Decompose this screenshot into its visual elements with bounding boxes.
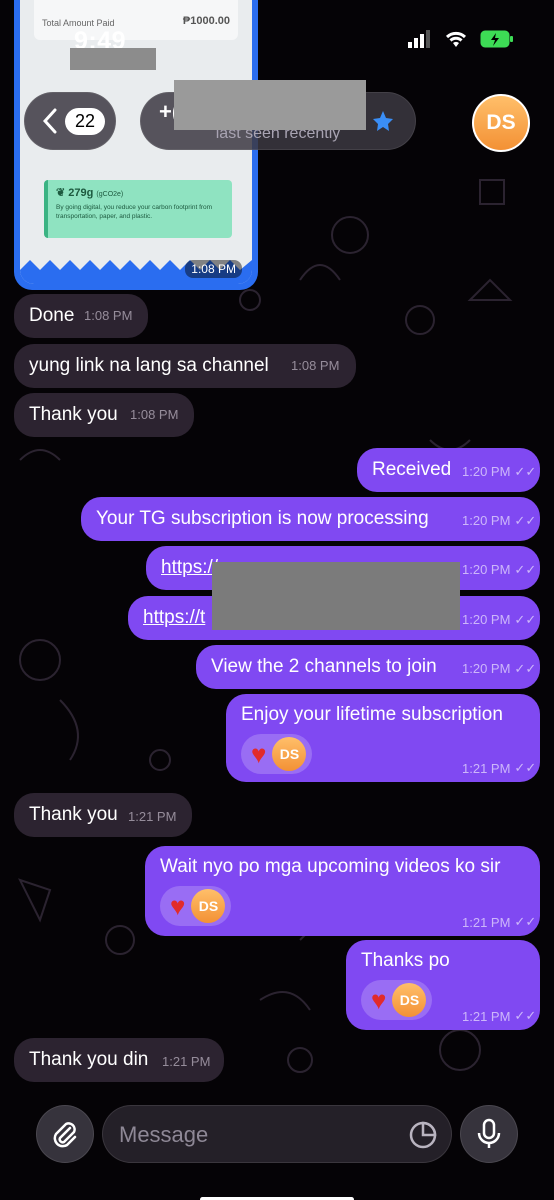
read-checkmarks-icon: ✓✓ <box>514 661 537 676</box>
read-checkmarks-icon: ✓✓ <box>514 760 537 775</box>
message-time: 1:20 PM ✓✓ <box>462 647 536 691</box>
message-incoming[interactable]: Thank you 1:21 PM <box>14 793 192 837</box>
carbon-footprint-card: ❦ 279g (gCO2e) By going digital, you red… <box>44 180 232 238</box>
reactor-avatar: DS <box>272 737 307 771</box>
message-text: Wait nyo po mga upcoming videos ko sir <box>160 856 501 877</box>
message-text: yung link na lang sa channel <box>29 355 269 376</box>
chevron-left-icon <box>43 108 57 134</box>
message-text: Thank you <box>29 804 118 825</box>
message-time: 1:20 PM ✓✓ <box>462 548 536 592</box>
message-outgoing[interactable]: Enjoy your lifetime subscription ♥ DS 1:… <box>226 694 540 782</box>
message-link[interactable]: https://t <box>143 607 205 628</box>
image-timestamp: 1:08 PM <box>185 260 242 278</box>
message-time: 1:20 PM ✓✓ <box>462 450 536 494</box>
unread-count-badge: 22 <box>65 107 106 135</box>
message-text: Done <box>29 305 75 326</box>
battery-charging-icon <box>480 30 513 48</box>
message-incoming[interactable]: yung link na lang sa channel 1:08 PM <box>14 344 356 388</box>
read-checkmarks-icon: ✓✓ <box>514 914 537 929</box>
voice-message-button[interactable] <box>460 1105 518 1163</box>
message-incoming[interactable]: Thank you 1:08 PM <box>14 393 194 437</box>
attach-button[interactable] <box>36 1105 94 1163</box>
message-outgoing[interactable]: View the 2 channels to join 1:20 PM ✓✓ <box>196 645 540 689</box>
reactor-avatar: DS <box>191 889 226 923</box>
message-text: View the 2 channels to join <box>211 656 437 677</box>
message-time: 1:21 PM ✓✓ <box>462 760 537 776</box>
microphone-icon <box>477 1118 501 1148</box>
message-time: 1:08 PM <box>84 308 133 323</box>
reaction-row[interactable]: ♥ DS <box>160 886 232 926</box>
read-checkmarks-icon: ✓✓ <box>514 464 537 479</box>
message-outgoing[interactable]: Thanks po ♥ DS 1:21 PM ✓✓ <box>346 940 540 1030</box>
message-link[interactable]: https:// <box>161 557 218 578</box>
message-composer <box>0 1100 554 1200</box>
read-checkmarks-icon: ✓✓ <box>514 1008 537 1023</box>
message-time: 1:08 PM <box>130 407 179 422</box>
redacted-status-area <box>70 48 156 70</box>
eco-text: By going digital, you reduce your carbon… <box>56 204 213 220</box>
wifi-icon <box>445 31 467 47</box>
paperclip-icon <box>53 1122 77 1148</box>
message-time: 1:21 PM ✓✓ <box>462 1008 537 1024</box>
read-checkmarks-icon: ✓✓ <box>514 562 537 577</box>
message-text: Enjoy your lifetime subscription <box>241 704 503 725</box>
heart-icon: ♥ <box>251 739 267 769</box>
reaction-row[interactable]: ♥ DS <box>361 980 433 1020</box>
message-incoming[interactable]: Done 1:08 PM <box>14 294 148 338</box>
redacted-link <box>212 562 460 630</box>
message-outgoing[interactable]: Your TG subscription is now processing 1… <box>81 497 540 541</box>
heart-icon: ♥ <box>170 891 186 921</box>
eco-unit: (gCO2e) <box>96 191 124 198</box>
cellular-signal-icon <box>408 30 430 48</box>
message-text: Received <box>372 459 452 480</box>
message-input[interactable] <box>119 1106 399 1164</box>
leaf-icon: ❦ <box>56 187 66 199</box>
message-time: 1:21 PM ✓✓ <box>462 914 537 930</box>
message-text: Thank you <box>29 404 118 425</box>
message-time: 1:08 PM <box>291 358 340 373</box>
message-time: 1:20 PM ✓✓ <box>462 598 536 642</box>
reactor-avatar: DS <box>392 983 427 1017</box>
back-button[interactable]: 22 <box>24 92 116 150</box>
eco-value: 279g <box>68 187 94 199</box>
redacted-contact-name <box>174 80 366 130</box>
read-checkmarks-icon: ✓✓ <box>514 612 537 627</box>
message-text: Thank you din <box>29 1049 149 1070</box>
message-outgoing[interactable]: Received 1:20 PM ✓✓ <box>357 448 540 492</box>
read-checkmarks-icon: ✓✓ <box>514 513 537 528</box>
message-time: 1:20 PM ✓✓ <box>462 499 536 543</box>
contact-avatar[interactable]: DS <box>472 94 530 152</box>
message-incoming[interactable]: Thank you din 1:21 PM <box>14 1038 224 1082</box>
message-input-container[interactable] <box>102 1105 452 1164</box>
message-outgoing[interactable]: Wait nyo po mga upcoming videos ko sir ♥… <box>145 846 540 936</box>
message-time: 1:21 PM <box>128 809 177 824</box>
message-text: Your TG subscription is now processing <box>96 508 429 529</box>
message-text: Thanks po <box>361 950 450 971</box>
sticker-icon[interactable] <box>409 1121 437 1149</box>
reaction-row[interactable]: ♥ DS <box>241 734 313 774</box>
heart-icon: ♥ <box>371 985 387 1015</box>
message-time: 1:21 PM <box>162 1054 211 1069</box>
